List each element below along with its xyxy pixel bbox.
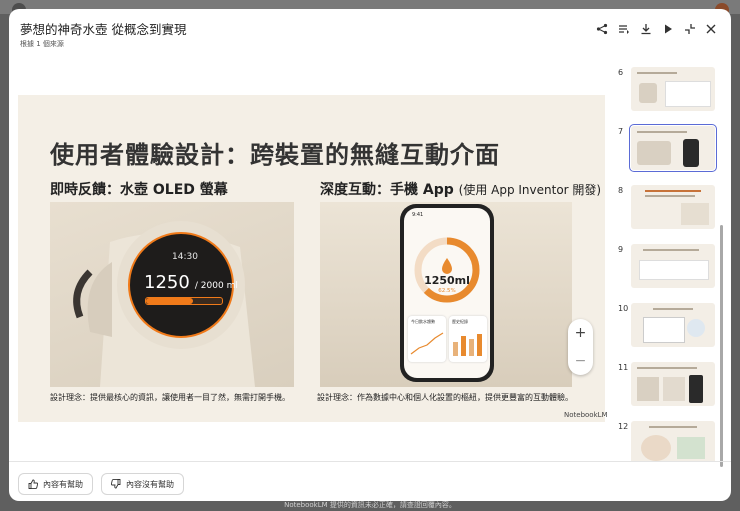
slide-canvas: 使用者體驗設計：跨裝置的無縫互動介面 即時反饋：水壺 OLED 螢幕 深度互動：… <box>18 95 608 422</box>
trend-line <box>410 332 444 355</box>
not-helpful-label: 內容沒有幫助 <box>126 479 174 489</box>
thumbnail-image <box>631 185 715 229</box>
oled-volume-total: / 2000 ml <box>194 281 238 291</box>
collapse-icon <box>685 24 695 34</box>
zoom-in-button[interactable]: + <box>568 319 593 347</box>
share-button[interactable] <box>594 21 610 37</box>
thumbnail-image <box>629 124 717 172</box>
notebooklm-watermark: NotebookLM <box>564 411 608 419</box>
slide-thumbnail-list[interactable]: 6 7 8 9 10 11 12 <box>613 57 717 461</box>
close-button[interactable] <box>703 21 719 37</box>
slide-heading: 使用者體驗設計：跨裝置的無縫互動介面 <box>50 141 500 169</box>
feedback-bar: 內容有幫助 內容沒有幫助 <box>9 461 731 501</box>
playlist-icon <box>619 25 629 34</box>
close-icon <box>706 24 716 34</box>
disclaimer-footer: NotebookLM 提供的資訊未必正確，請查證回覆內容。 <box>284 501 456 509</box>
thumbnail-slide-9[interactable]: 9 <box>613 241 717 291</box>
play-button[interactable] <box>660 21 676 37</box>
right-section-title: 深度互動：手機 App (使用 App Inventor 開發) <box>320 179 601 199</box>
zoom-controls: + − <box>568 319 593 375</box>
thumbs-down-icon <box>111 479 121 489</box>
app-volume: 1250ml <box>424 274 470 287</box>
play-icon <box>665 24 672 34</box>
thumbnail-image <box>631 67 715 111</box>
right-caption: 設計理念：作為數據中心和個人化設置的樞紐，提供更豐富的互動體驗。 <box>317 393 573 402</box>
phone-screen: 9:41 1250ml 62.5% 今日飲水趨勢 歷史紀錄 <box>404 208 490 378</box>
progress-ring <box>414 237 480 303</box>
thumbs-up-icon <box>28 479 38 489</box>
helpful-label: 內容有幫助 <box>43 479 83 489</box>
collapse-button[interactable] <box>682 21 698 37</box>
thumbnail-number: 6 <box>618 68 624 77</box>
thumbnail-number: 8 <box>618 186 624 195</box>
phone-status-time: 9:41 <box>412 212 424 218</box>
app-percent: 62.5% <box>438 288 456 294</box>
history-card-title: 歷史紀錄 <box>452 319 468 324</box>
thumbnail-image <box>631 244 715 288</box>
thumbnail-number: 12 <box>618 422 629 431</box>
slide-viewer-dialog: 夢想的神奇水壺 從概念到實現 根據 1 個來源 使用者體驗設計：跨裝置的無縫互動… <box>9 9 731 501</box>
history-card: 歷史紀錄 <box>449 316 487 362</box>
left-caption: 設計理念：提供最核心的資訊，讓使用者一目了然，無需打開手機。 <box>50 393 290 402</box>
oled-time: 14:30 <box>172 252 198 262</box>
thumbnail-number: 7 <box>618 127 624 136</box>
share-icon <box>596 23 608 35</box>
kettle-oled-image: 14:30 1250 / 2000 ml <box>50 202 294 387</box>
thumbnail-slide-6[interactable]: 6 <box>613 64 717 114</box>
trend-card: 今日飲水趨勢 <box>408 316 446 362</box>
thumbnail-number: 9 <box>618 245 624 254</box>
right-section-title-main: 深度互動：手機 App <box>320 182 454 198</box>
oled-volume: 1250 / 2000 ml <box>144 272 238 293</box>
history-bars <box>453 334 482 356</box>
dialog-title: 夢想的神奇水壺 從概念到實現 <box>20 22 187 37</box>
trend-card-title: 今日飲水趨勢 <box>411 319 435 324</box>
zoom-out-button[interactable]: − <box>568 347 593 375</box>
thumbnail-slide-10[interactable]: 10 <box>613 300 717 350</box>
thumbnail-slide-11[interactable]: 11 <box>613 359 717 409</box>
oled-progress-fill <box>146 298 194 304</box>
thumbnail-scrollbar[interactable] <box>720 225 723 467</box>
thumbnail-slide-7[interactable]: 7 <box>613 123 717 173</box>
playlist-button[interactable] <box>616 21 632 37</box>
right-section-title-suffix: (使用 App Inventor 開發) <box>458 183 602 197</box>
phone-app-image: 9:41 1250ml 62.5% 今日飲水趨勢 歷史紀錄 <box>320 202 572 387</box>
oled-volume-value: 1250 <box>144 272 190 293</box>
download-button[interactable] <box>638 21 654 37</box>
thumbnail-image <box>631 421 715 461</box>
helpful-button[interactable]: 內容有幫助 <box>18 473 93 495</box>
thumbnail-slide-8[interactable]: 8 <box>613 182 717 232</box>
oled-progress-bar <box>145 297 223 305</box>
left-section-title: 即時反饋：水壺 OLED 螢幕 <box>50 182 228 198</box>
phone-frame: 9:41 1250ml 62.5% 今日飲水趨勢 歷史紀錄 <box>400 204 494 382</box>
download-icon <box>641 24 651 35</box>
thumbnail-slide-12[interactable]: 12 <box>613 418 717 461</box>
kettle-illustration <box>73 221 255 387</box>
source-count: 根據 1 個來源 <box>20 40 64 48</box>
thumbnail-image <box>631 362 715 406</box>
thumbnail-number: 10 <box>618 304 629 313</box>
thumbnail-number: 11 <box>618 363 629 372</box>
thumbnail-image <box>631 303 715 347</box>
not-helpful-button[interactable]: 內容沒有幫助 <box>101 473 184 495</box>
